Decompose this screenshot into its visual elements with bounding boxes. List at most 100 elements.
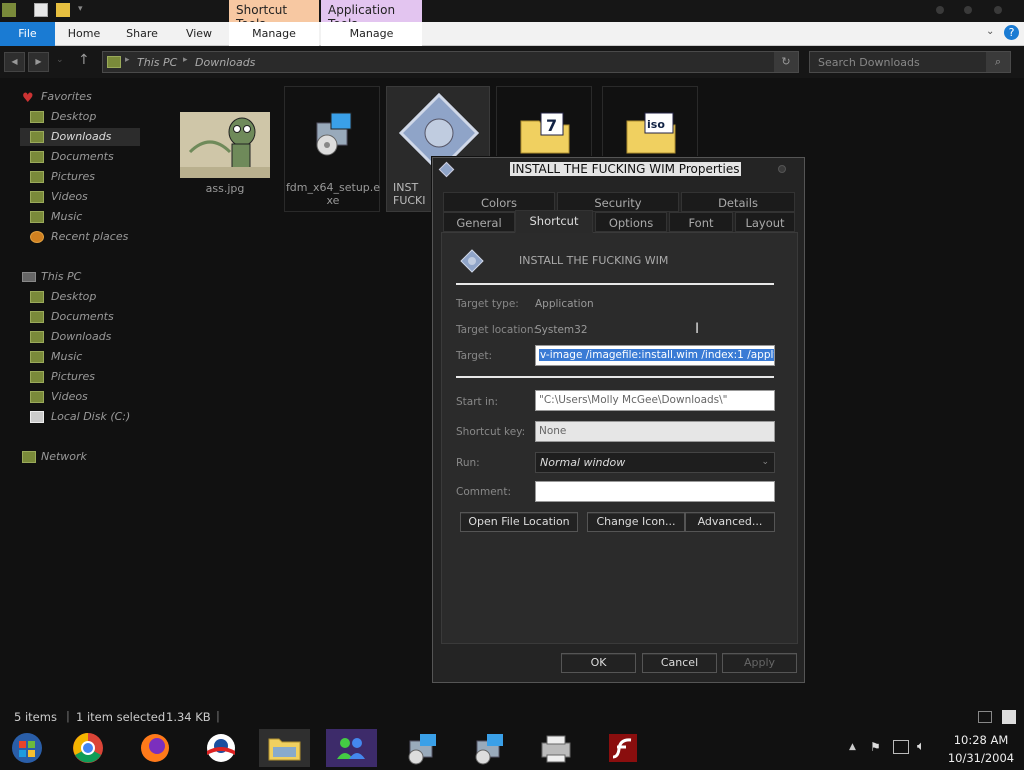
network-tray-icon[interactable]: [893, 740, 909, 754]
application-tools-tab[interactable]: Application Tools: [321, 0, 422, 31]
sidebar-item-downloads[interactable]: Downloads: [20, 128, 140, 146]
sidebar-item-pc-music[interactable]: Music: [20, 348, 140, 366]
properties-icon[interactable]: [34, 3, 48, 17]
breadcrumb-downloads[interactable]: Downloads: [195, 56, 255, 69]
sidebar-this-pc[interactable]: This PC: [20, 268, 140, 286]
breadcrumb-chevron-icon: ▸: [125, 55, 130, 65]
breadcrumb-this-pc[interactable]: This PC: [137, 56, 177, 69]
volume-icon[interactable]: 🔈︎: [917, 739, 925, 754]
dialog-close-button[interactable]: [778, 165, 786, 173]
properties-dialog: INSTALL THE FUCKING WIM Properties Color…: [432, 157, 805, 683]
show-hidden-icons-icon[interactable]: ▲: [849, 742, 856, 752]
target-location-value: System32: [535, 324, 588, 336]
tab-layout[interactable]: Layout: [735, 212, 795, 232]
sidebar-item-desktop[interactable]: Desktop: [20, 108, 140, 126]
chrome-icon[interactable]: [63, 729, 114, 767]
printer-icon[interactable]: [530, 729, 581, 767]
windows-live-messenger-icon[interactable]: [326, 729, 377, 767]
recent-locations-icon[interactable]: ⌄: [56, 55, 64, 65]
close-button[interactable]: [994, 6, 1002, 14]
up-arrow-icon[interactable]: ↑: [78, 52, 90, 68]
sidebar-item-videos[interactable]: Videos: [20, 188, 140, 206]
comment-field[interactable]: [535, 481, 775, 502]
tab-view[interactable]: View: [175, 22, 223, 46]
search-box[interactable]: Search Downloads ⌕: [809, 51, 1011, 73]
back-button[interactable]: ◀: [4, 52, 25, 72]
sidebar-item-pictures[interactable]: Pictures: [20, 168, 140, 186]
action-center-flag-icon[interactable]: ⚑: [870, 740, 881, 754]
sidebar-item-documents[interactable]: Documents: [20, 148, 140, 166]
comment-label: Comment:: [456, 486, 511, 498]
sidebar-item-pc-downloads[interactable]: Downloads: [20, 328, 140, 346]
tab-options[interactable]: Options: [595, 212, 667, 232]
run-select-value: Normal window: [540, 456, 626, 469]
customize-quick-access-icon[interactable]: ▾: [78, 4, 83, 14]
pictures-icon: [30, 371, 44, 383]
file-name: INST FUCKI: [393, 181, 426, 207]
network-icon: [22, 451, 36, 463]
search-icon[interactable]: ⌕: [986, 52, 1010, 72]
expand-ribbon-icon[interactable]: ⌄: [986, 26, 994, 37]
help-icon[interactable]: ?: [1004, 25, 1019, 40]
start-in-field[interactable]: "C:\Users\Molly McGee\Downloads\": [535, 390, 775, 411]
refresh-button[interactable]: ↻: [774, 52, 798, 72]
sidebar-item-pc-desktop[interactable]: Desktop: [20, 288, 140, 306]
flash-player-icon[interactable]: [598, 729, 649, 767]
shortcut-tools-tab[interactable]: Shortcut Tools: [229, 0, 319, 31]
open-file-location-button[interactable]: Open File Location: [460, 512, 578, 532]
tab-home[interactable]: Home: [60, 22, 108, 46]
sidebar-item-pc-pictures[interactable]: Pictures: [20, 368, 140, 386]
iso-archive-icon: iso: [625, 111, 677, 155]
tab-font[interactable]: Font: [669, 212, 733, 232]
new-folder-icon[interactable]: [56, 3, 70, 17]
sidebar-item-pc-documents[interactable]: Documents: [20, 308, 140, 326]
file-item[interactable]: fdm_x64_setup.e xe: [284, 86, 380, 212]
tab-details[interactable]: Details: [681, 192, 795, 212]
address-bar[interactable]: ▸ This PC ▸ Downloads ↻: [102, 51, 799, 73]
change-icon-button[interactable]: Change Icon...: [587, 512, 685, 532]
apply-button[interactable]: Apply: [722, 653, 797, 673]
large-icons-view-icon[interactable]: [1002, 710, 1016, 724]
downloads-icon: [30, 131, 44, 143]
ok-button[interactable]: OK: [561, 653, 636, 673]
folder-icon: [2, 3, 16, 17]
tab-colors[interactable]: Colors: [443, 192, 555, 212]
sidebar-network[interactable]: Network: [20, 448, 140, 466]
clock-time[interactable]: 10:28 AM: [950, 733, 1012, 747]
tab-general[interactable]: General: [443, 212, 515, 232]
sidebar-item-music[interactable]: Music: [20, 208, 140, 226]
sidebar-favorites[interactable]: ♥ Favorites: [20, 88, 140, 106]
details-view-icon[interactable]: [978, 711, 992, 723]
firefox-icon[interactable]: [130, 729, 181, 767]
maximize-button[interactable]: [964, 6, 972, 14]
target-field[interactable]: v-image /imagefile:install.wim /index:1 …: [535, 345, 775, 366]
run-select[interactable]: Normal window ⌄: [535, 452, 775, 473]
tab-share[interactable]: Share: [118, 22, 166, 46]
sidebar-item-pc-videos[interactable]: Videos: [20, 388, 140, 406]
forward-button[interactable]: ▶: [28, 52, 49, 72]
dialog-title-bar[interactable]: INSTALL THE FUCKING WIM Properties: [433, 158, 804, 182]
tab-security[interactable]: Security: [557, 192, 679, 212]
folder-icon: [107, 56, 121, 68]
sidebar-item-recent-places[interactable]: Recent places: [20, 228, 140, 246]
file-tab[interactable]: File: [0, 22, 55, 46]
minimize-button[interactable]: [936, 6, 944, 14]
drive-icon: [30, 411, 44, 423]
file-item[interactable]: ass.jpg: [178, 86, 272, 206]
shortcut-key-field[interactable]: None: [535, 421, 775, 442]
obama-logo-icon[interactable]: [196, 729, 247, 767]
clock-date[interactable]: 10/31/2004: [944, 751, 1018, 765]
start-button[interactable]: [2, 729, 53, 767]
tab-manage-shortcut[interactable]: Manage: [229, 22, 319, 46]
search-input[interactable]: Search Downloads: [818, 56, 920, 69]
music-icon: [30, 211, 44, 223]
item-count: 5 items: [14, 710, 57, 724]
tab-shortcut[interactable]: Shortcut: [515, 210, 593, 233]
file-explorer-icon[interactable]: [259, 729, 310, 767]
cancel-button[interactable]: Cancel: [642, 653, 717, 673]
setup-installer-icon[interactable]: [463, 729, 514, 767]
setup-installer-icon[interactable]: [396, 729, 447, 767]
advanced-button[interactable]: Advanced...: [685, 512, 775, 532]
sidebar-item-local-disk[interactable]: Local Disk (C:): [20, 408, 140, 426]
tab-manage-application[interactable]: Manage: [321, 22, 422, 46]
